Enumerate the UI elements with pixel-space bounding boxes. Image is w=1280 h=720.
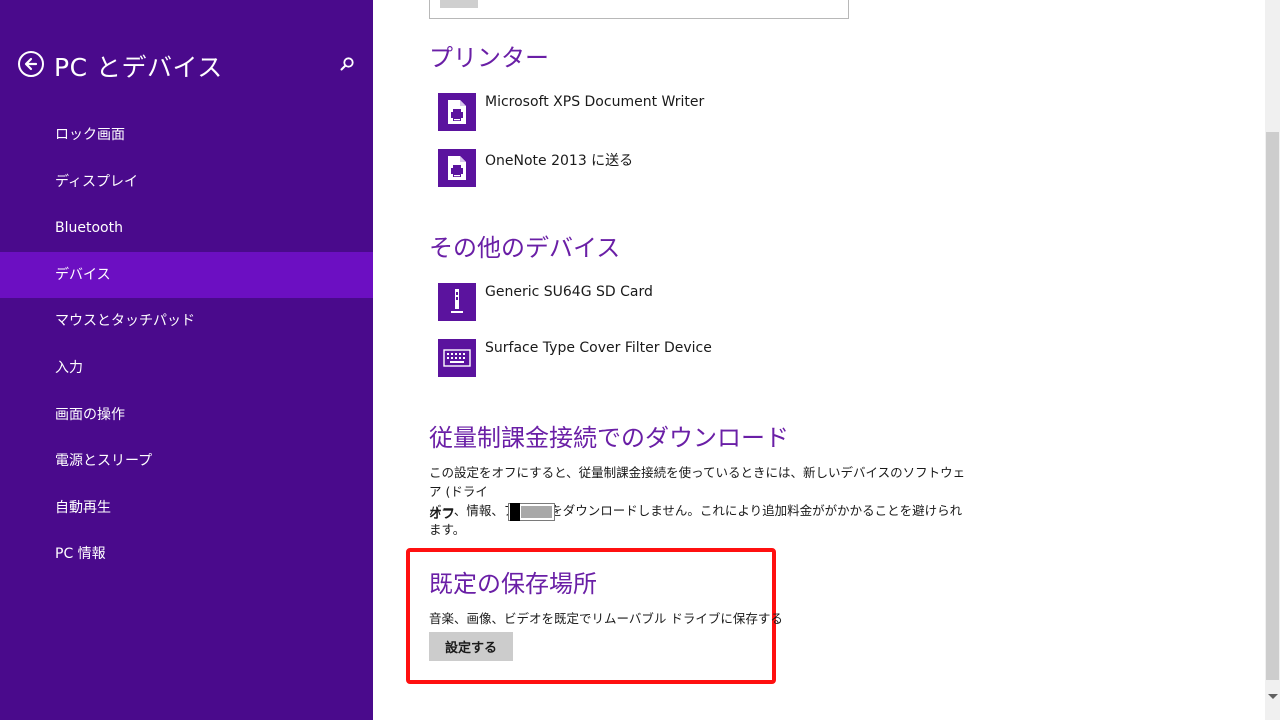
sidebar-item-bluetooth[interactable]: Bluetooth: [0, 205, 373, 252]
sidebar-item-devices[interactable]: デバイス: [0, 251, 373, 299]
sidebar-item-pc-info[interactable]: PC 情報: [0, 531, 373, 578]
toggle-thumb[interactable]: [510, 503, 520, 521]
device-label: Microsoft XPS Document Writer: [485, 94, 705, 110]
metered-title: 従量制課金接続でのダウンロード: [429, 424, 789, 452]
other-devices-title: その他のデバイス: [429, 234, 621, 262]
metered-description-line1: この設定をオフにすると、従量制課金接続を使っているときには、新しいデバイスのソフ…: [429, 465, 966, 499]
keyboard-icon: [438, 339, 476, 377]
device-label: Surface Type Cover Filter Device: [485, 340, 712, 356]
back-arrow-icon[interactable]: [18, 51, 44, 77]
sidebar-item-display[interactable]: ディスプレイ: [0, 159, 373, 206]
sidebar-item-input[interactable]: 入力: [0, 345, 373, 392]
sidebar-item-lock-screen[interactable]: ロック画面: [0, 112, 373, 159]
printer-icon: [438, 93, 476, 131]
scroll-thumb[interactable]: [1266, 132, 1279, 680]
device-item-onenote[interactable]: OneNote 2013 に送る: [438, 149, 938, 187]
sidebar-item-mouse-touchpad[interactable]: マウスとタッチパッド: [0, 298, 373, 345]
metered-toggle[interactable]: [508, 503, 555, 521]
sidebar-title: PC とデバイス: [54, 53, 223, 82]
sidebar: PC とデバイス ロック画面 ディスプレイ Bluetooth デバイス マウス…: [0, 0, 373, 720]
metered-description: この設定をオフにすると、従量制課金接続を使っているときには、新しいデバイスのソフ…: [429, 463, 969, 539]
sidebar-item-power-sleep[interactable]: 電源とスリープ: [0, 438, 373, 485]
usb-drive-icon: [438, 283, 476, 321]
default-save-description: 音楽、画像、ビデオを既定でリムーバブル ドライブに保存する: [429, 611, 783, 626]
search-icon[interactable]: [339, 56, 355, 72]
scrollbar[interactable]: [1265, 0, 1280, 720]
device-label: Generic SU64G SD Card: [485, 284, 653, 300]
device-item-sd-card[interactable]: Generic SU64G SD Card: [438, 283, 938, 321]
sidebar-item-corners-edges[interactable]: 画面の操作: [0, 392, 373, 439]
sidebar-item-autoplay[interactable]: 自動再生: [0, 485, 373, 532]
default-save-title: 既定の保存場所: [429, 570, 597, 598]
metered-toggle-label: オフ: [429, 507, 456, 522]
printers-title: プリンター: [429, 44, 549, 72]
device-item-xps-writer[interactable]: Microsoft XPS Document Writer: [438, 93, 938, 131]
device-label: OneNote 2013 に送る: [485, 153, 634, 169]
device-item-type-cover[interactable]: Surface Type Cover Filter Device: [438, 339, 938, 377]
set-default-save-button[interactable]: 設定する: [429, 632, 513, 661]
add-device-inner: [440, 0, 478, 8]
main-content: プリンター Microsoft XPS Document Writer OneN…: [373, 0, 1265, 720]
printer-icon: [438, 149, 476, 187]
toggle-track: [521, 506, 552, 518]
sidebar-nav: ロック画面 ディスプレイ Bluetooth デバイス マウスとタッチパッド 入…: [0, 112, 373, 578]
add-device-box[interactable]: [429, 0, 849, 19]
scroll-down-icon[interactable]: [1268, 694, 1278, 699]
